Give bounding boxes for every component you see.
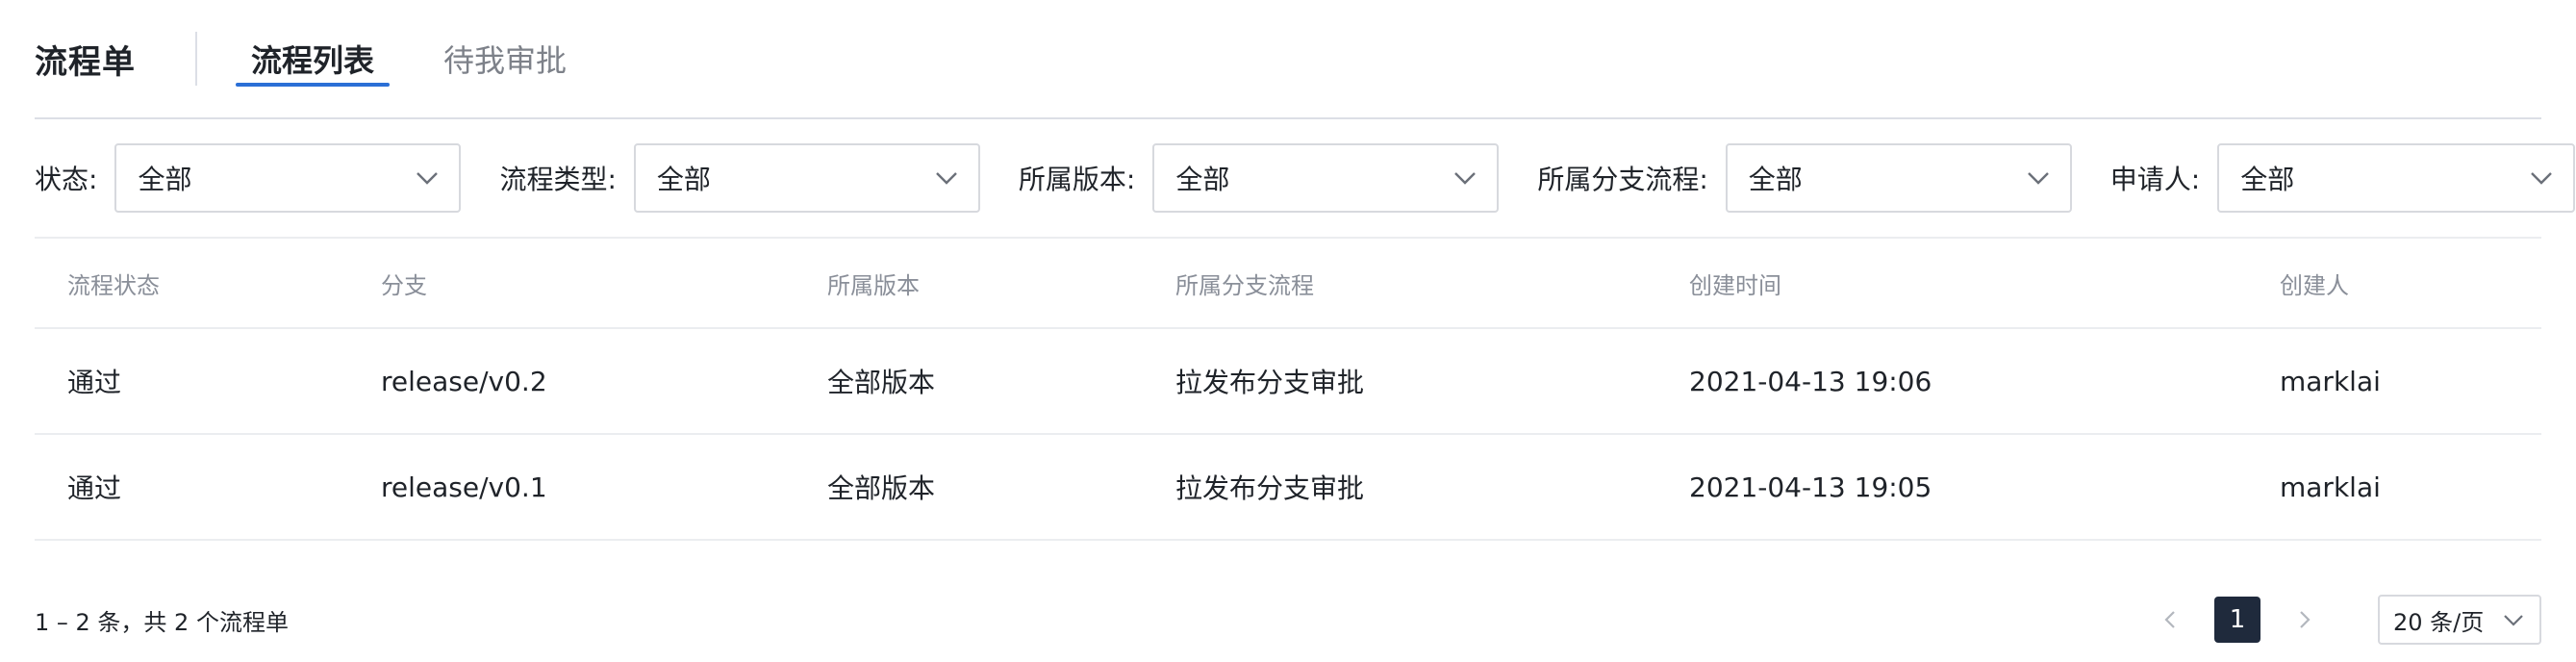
table-header: 流程状态 分支 所属版本 所属分支流程 创建时间 创建人: [35, 239, 2541, 329]
page-title: 流程单: [35, 42, 136, 82]
tab-pending-approval[interactable]: 待我审批: [428, 0, 582, 117]
cell-creator: marklai: [2280, 471, 2381, 503]
cell-status: 通过: [67, 472, 122, 504]
page-size-value: 20 条/页: [2393, 608, 2485, 636]
filter-branch-process-select[interactable]: 全部: [1725, 143, 2072, 213]
page-number-button[interactable]: 1: [2214, 597, 2260, 643]
cell-version: 全部版本: [827, 472, 936, 504]
chevron-right-icon[interactable]: [2282, 597, 2328, 643]
pagination-summary: 1 – 2 条，共 2 个流程单: [35, 608, 289, 636]
filter-version: 所属版本: 全部: [1018, 143, 1500, 213]
filter-status-select[interactable]: 全部: [114, 143, 462, 213]
table-footer: 1 – 2 条，共 2 个流程单 1 20 条/页: [35, 593, 2541, 647]
cell-created-time: 2021-04-13 19:06: [1689, 365, 1932, 397]
filter-bar: 状态: 全部 流程类型: 全部 所属版本: 全部 所属分支流程: 全部 申请人:…: [35, 119, 2576, 239]
filter-type-value: 全部: [656, 164, 711, 195]
cell-branch-process: 拉发布分支审批: [1175, 472, 1365, 504]
column-header-version: 所属版本: [827, 271, 920, 299]
page: 流程单 流程列表 待我审批 状态: 全部 流程类型: 全部 所属版本: 全部 所…: [0, 0, 2576, 662]
filter-branch-process: 所属分支流程: 全部: [1537, 143, 2072, 213]
filter-branch-process-value: 全部: [1748, 164, 1803, 195]
chevron-left-icon[interactable]: [2147, 597, 2193, 643]
cell-created-time: 2021-04-13 19:05: [1689, 471, 1932, 503]
chevron-down-icon: [2501, 607, 2526, 632]
filter-type-label: 流程类型:: [499, 164, 617, 195]
cell-status: 通过: [67, 367, 122, 398]
chevron-down-icon: [415, 166, 440, 191]
filter-applicant: 申请人: 全部: [2109, 143, 2576, 213]
filter-version-label: 所属版本:: [1018, 164, 1136, 195]
column-header-creator: 创建人: [2280, 271, 2349, 299]
page-size-select[interactable]: 20 条/页: [2378, 595, 2541, 645]
header-divider: [195, 32, 197, 86]
column-header-status: 流程状态: [67, 271, 160, 299]
filter-version-select[interactable]: 全部: [1152, 143, 1500, 213]
pagination: 1 20 条/页: [2126, 595, 2541, 645]
cell-creator: marklai: [2280, 365, 2381, 397]
filter-applicant-label: 申请人:: [2109, 164, 2201, 195]
filter-type-select[interactable]: 全部: [633, 143, 980, 213]
filter-version-value: 全部: [1175, 164, 1230, 195]
filter-applicant-select[interactable]: 全部: [2217, 143, 2576, 213]
cell-branch: release/v0.1: [381, 471, 547, 503]
filter-status: 状态: 全部: [35, 143, 462, 213]
cell-branch: release/v0.2: [381, 365, 547, 397]
chevron-down-icon: [934, 166, 959, 191]
column-header-branch: 分支: [381, 271, 427, 299]
filter-status-value: 全部: [138, 164, 192, 195]
table-row[interactable]: 通过 release/v0.1 全部版本 拉发布分支审批 2021-04-13 …: [35, 435, 2541, 541]
filter-applicant-value: 全部: [2240, 164, 2295, 195]
tabs: 流程列表 待我审批: [236, 0, 620, 117]
process-table: 流程状态 分支 所属版本 所属分支流程 创建时间 创建人 通过 release/…: [35, 239, 2541, 541]
column-header-branch-process: 所属分支流程: [1175, 271, 1314, 299]
table-row[interactable]: 通过 release/v0.2 全部版本 拉发布分支审批 2021-04-13 …: [35, 329, 2541, 435]
cell-branch-process: 拉发布分支审批: [1175, 367, 1365, 398]
cell-version: 全部版本: [827, 367, 936, 398]
chevron-down-icon: [2529, 166, 2554, 191]
filter-type: 流程类型: 全部: [499, 143, 980, 213]
chevron-down-icon: [1452, 166, 1477, 191]
filter-branch-process-label: 所属分支流程:: [1537, 164, 1708, 195]
tab-process-list[interactable]: 流程列表: [236, 0, 391, 117]
chevron-down-icon: [2026, 166, 2051, 191]
filter-status-label: 状态:: [35, 164, 98, 195]
column-header-created-time: 创建时间: [1689, 271, 1781, 299]
header: 流程单 流程列表 待我审批: [35, 0, 2541, 119]
